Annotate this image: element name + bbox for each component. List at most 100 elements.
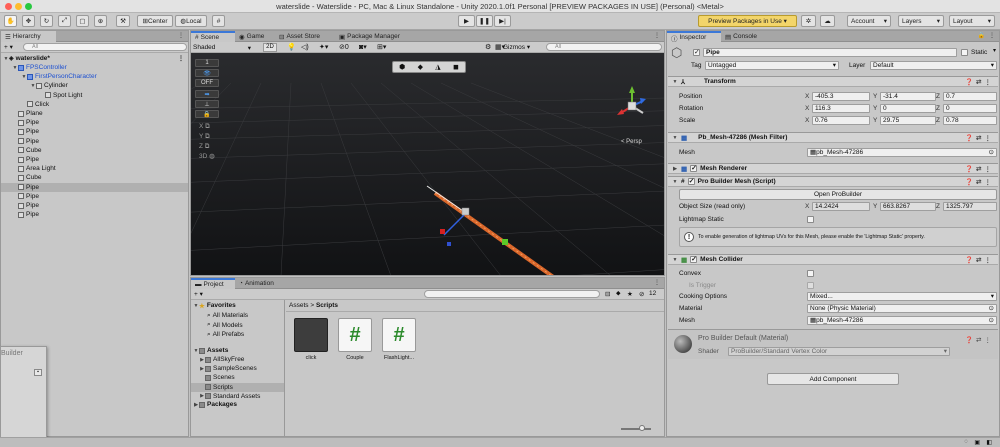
maximize-window-button[interactable] xyxy=(25,3,32,10)
zoom-slider-handle[interactable] xyxy=(639,425,645,431)
physic-material-field[interactable]: None (Physic Material) ⊙ xyxy=(807,304,997,313)
hierarchy-item[interactable]: Pipe xyxy=(1,155,188,164)
static-dropdown-icon[interactable]: ▾ xyxy=(993,47,996,54)
favorites-row[interactable]: ▼ ★ Favorites xyxy=(191,301,284,310)
tab-scene[interactable]: # Scene xyxy=(191,31,235,42)
hierarchy-item[interactable]: Pipe xyxy=(1,127,188,136)
folder-item[interactable]: Scenes xyxy=(191,373,284,382)
hierarchy-item[interactable]: Click xyxy=(1,100,188,109)
hierarchy-item[interactable]: Cube xyxy=(1,173,188,182)
rotate-tool-button[interactable]: ↻ xyxy=(40,15,53,27)
scene-menu-icon[interactable]: ⋮ xyxy=(178,55,184,62)
axis-x-toggle[interactable]: X ⧉ xyxy=(199,122,215,132)
play-button[interactable]: ▶ xyxy=(458,15,475,27)
probuilder-tool-1[interactable]: 1 xyxy=(195,59,219,67)
tab-console[interactable]: ▤ Console xyxy=(721,31,765,42)
mesh-filter-header[interactable]: ▼ ▦ Pb_Mesh-47286 (Mesh Filter) ❓⇄⋮ xyxy=(668,132,998,143)
collab-button[interactable]: ✲ xyxy=(801,15,816,27)
pause-button[interactable]: ❚❚ xyxy=(476,15,493,27)
project-create-dropdown[interactable]: + ▾ xyxy=(194,290,203,298)
hierarchy-item[interactable]: Spot Light xyxy=(1,91,188,100)
asset-tile[interactable]: # FlashLight... xyxy=(379,318,419,361)
face-mode-icon[interactable]: ◼ xyxy=(453,63,459,71)
tab-inspector[interactable]: ⓘ Inspector xyxy=(667,31,721,43)
object-picker-icon[interactable]: ⊙ xyxy=(989,305,994,312)
minimize-window-button[interactable] xyxy=(15,3,22,10)
favorite-star-icon[interactable]: ★ xyxy=(627,290,633,298)
gizmo-settings-icon[interactable]: ⚙ xyxy=(485,43,491,51)
tab-hierarchy[interactable]: ☰ Hierarchy xyxy=(1,31,56,42)
hierarchy-item[interactable]: Pipe xyxy=(1,182,188,192)
lighting-toggle-icon[interactable]: 💡 xyxy=(287,43,296,51)
component-icons[interactable]: ❓⇄⋮ xyxy=(965,134,994,142)
mesh-renderer-enabled-checkbox[interactable] xyxy=(690,164,698,172)
arrow-tool[interactable]: ➡ xyxy=(195,90,219,98)
lightmap-static-checkbox[interactable] xyxy=(807,216,814,223)
panel-menu-icon[interactable]: ⋮ xyxy=(178,32,184,39)
search-type-icon[interactable]: ⊟ xyxy=(605,290,610,298)
axis-tool[interactable]: ⊥ xyxy=(195,100,219,108)
shading-mode-dropdown[interactable]: Shaded ▾ xyxy=(193,43,251,52)
axis-y-toggle[interactable]: Y ⧉ xyxy=(199,132,215,142)
create-dropdown[interactable]: + ▾ xyxy=(4,43,13,51)
layout-dropdown[interactable]: Layout ▾ xyxy=(949,15,995,27)
rotation-z-field[interactable]: 0 xyxy=(943,104,997,113)
static-checkbox[interactable] xyxy=(961,49,968,56)
mesh-filter-mesh-field[interactable]: ▦pb_Mesh-47286 ⊙ xyxy=(807,148,997,157)
tab-game[interactable]: ◉ Game xyxy=(235,31,275,42)
collider-mesh-field[interactable]: ▦pb_Mesh-47286 ⊙ xyxy=(807,316,997,325)
scene-root-row[interactable]: ▼ ◈ waterslide* ⋮ xyxy=(1,54,188,63)
zoom-slider[interactable] xyxy=(621,428,651,430)
floating-window-option-icon[interactable]: ▪ xyxy=(34,369,42,376)
scale-x-field[interactable]: 0.76 xyxy=(812,116,870,125)
project-panel-menu-icon[interactable]: ⋮ xyxy=(654,279,660,286)
folder-item[interactable]: ▶ AllSkyFree xyxy=(191,355,284,364)
vertex-mode-icon[interactable]: ◆ xyxy=(418,63,423,71)
favorite-item[interactable]: ⌕ All Materials xyxy=(191,311,284,320)
rotation-x-field[interactable]: 116.3 xyxy=(812,104,870,113)
favorite-item[interactable]: ⌕ All Prefabs xyxy=(191,330,284,339)
mesh-collider-header[interactable]: ▼▦ Mesh Collider ❓⇄⋮ xyxy=(668,254,998,265)
hierarchy-item[interactable]: Pipe xyxy=(1,137,188,146)
pivot-center-button[interactable]: ⊞ Center xyxy=(137,15,173,27)
persp-label[interactable]: < Persp xyxy=(621,139,642,145)
cloud-button[interactable]: ☁ xyxy=(820,15,835,27)
hierarchy-item[interactable]: ▼ Cylinder xyxy=(1,81,188,90)
hierarchy-item[interactable]: ▼ FPSController xyxy=(1,63,188,72)
add-component-button[interactable]: Add Component xyxy=(767,373,899,385)
transform-tool-button[interactable]: ⊕ xyxy=(94,15,107,27)
object-active-checkbox[interactable] xyxy=(693,48,700,56)
account-dropdown[interactable]: Account ▾ xyxy=(847,15,891,27)
inspector-menu-icon[interactable]: ⋮ xyxy=(989,32,995,39)
material-section[interactable]: Pro Builder Default (Material) Shader Pr… xyxy=(668,329,998,359)
hierarchy-item[interactable]: Plane xyxy=(1,109,188,118)
open-probuilder-button[interactable]: Open ProBuilder xyxy=(679,189,997,200)
component-icons[interactable]: ❓⇄⋮ xyxy=(965,256,994,264)
hierarchy-item[interactable]: Pipe xyxy=(1,210,188,219)
position-x-field[interactable]: -405.3 xyxy=(812,92,870,101)
edge-mode-icon[interactable]: ◮ xyxy=(435,63,440,71)
material-icons[interactable]: ❓⇄⋮ xyxy=(965,336,994,344)
breadcrumb-assets[interactable]: Assets xyxy=(289,302,309,309)
scale-y-field[interactable]: 29.75 xyxy=(880,116,936,125)
visibility-toggle[interactable]: 👁 xyxy=(195,69,219,77)
assets-root-row[interactable]: ▼ Assets xyxy=(191,346,284,355)
off-toggle[interactable]: OFF xyxy=(195,79,219,87)
scale-z-field[interactable]: 0.78 xyxy=(943,116,997,125)
tools-visibility-icon[interactable]: ⊞▾ xyxy=(377,43,386,51)
object-picker-icon[interactable]: ⊙ xyxy=(989,317,994,324)
position-y-field[interactable]: -31.4 xyxy=(880,92,936,101)
asset-tile[interactable]: click xyxy=(291,318,331,361)
favorite-item[interactable]: ⌕ All Models xyxy=(191,321,284,330)
cooking-options-dropdown[interactable]: Mixed... ▾ xyxy=(807,292,997,301)
gizmo-z-handle[interactable] xyxy=(447,242,451,246)
scale-tool-button[interactable]: ⤢ xyxy=(58,15,71,27)
move-tool-button[interactable]: ✥ xyxy=(22,15,35,27)
gizmo-center-handle[interactable] xyxy=(461,207,470,216)
mesh-collider-enabled-checkbox[interactable] xyxy=(690,255,698,263)
mesh-renderer-header[interactable]: ▶▦ Mesh Renderer ❓⇄⋮ xyxy=(668,163,998,174)
effects-toggle-icon[interactable]: ✦▾ xyxy=(319,43,328,51)
hidden-packages-icon[interactable]: ⊘ xyxy=(639,290,644,298)
project-search-input[interactable] xyxy=(424,290,600,298)
transform-header[interactable]: ▼ ⅄ Transform ❓⇄⋮ xyxy=(668,76,998,87)
